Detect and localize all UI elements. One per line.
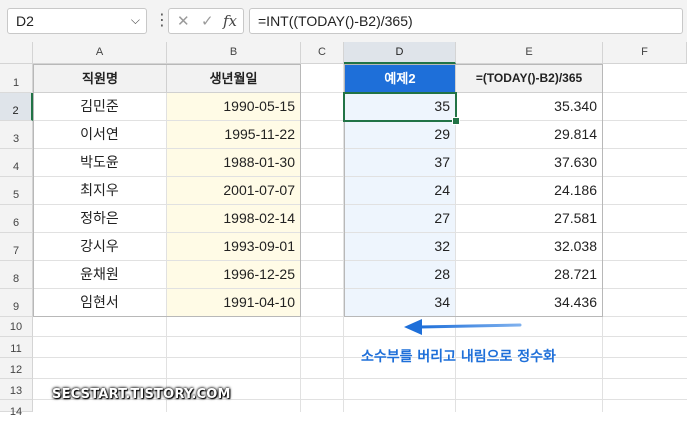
gridline	[300, 64, 301, 412]
result-decimal-cell[interactable]: 35.340	[456, 93, 602, 120]
result-decimal-cell[interactable]: 32.038	[456, 233, 602, 260]
watermark: SECSTART.TISTORY.COM	[52, 387, 231, 402]
formula-controls: ✕ ✓ fx	[168, 8, 244, 34]
result-int-cell[interactable]: 24	[344, 177, 455, 204]
annotation-text: 소수부를 버리고 내림으로 정수화	[361, 349, 556, 365]
birth-cell[interactable]: 1990-05-15	[167, 93, 300, 120]
column-header-b[interactable]: B	[167, 42, 301, 64]
check-icon[interactable]: ✓	[201, 12, 214, 30]
row-header-12[interactable]: 12	[0, 358, 33, 379]
result-decimal-cell[interactable]: 24.186	[456, 177, 602, 204]
row-header-3[interactable]: 3	[0, 121, 33, 149]
row-header-14[interactable]: 14	[0, 400, 33, 418]
birth-cell[interactable]: 1993-09-01	[167, 233, 300, 260]
birth-cell[interactable]: 1996-12-25	[167, 261, 300, 288]
fill-handle[interactable]	[452, 117, 460, 125]
name-cell[interactable]: 윤채원	[33, 261, 166, 289]
name-cell[interactable]: 김민준	[33, 93, 166, 121]
result-int-cell[interactable]: 34	[344, 289, 455, 316]
column-header-e[interactable]: E	[456, 42, 603, 64]
birth-cell[interactable]: 1991-04-10	[167, 289, 300, 316]
header-cell-name[interactable]: 직원명	[33, 64, 167, 93]
result-decimal-cell[interactable]: 28.721	[456, 261, 602, 288]
name-box-value: D2	[16, 13, 34, 29]
header-cell-formula[interactable]: =(TODAY()-B2)/365	[455, 64, 603, 93]
active-cell-selection[interactable]	[343, 92, 457, 122]
row-header-9[interactable]: 9	[0, 289, 33, 317]
gridline	[33, 357, 687, 358]
formula-bar: D2 ⌵ ⋮ ✕ ✓ fx =INT((TODAY()-B2)/365)	[0, 0, 687, 42]
row-header-6[interactable]: 6	[0, 205, 33, 233]
row-header-13[interactable]: 13	[0, 379, 33, 400]
column-header-a[interactable]: A	[33, 42, 167, 64]
result-decimal-cell[interactable]: 34.436	[456, 289, 602, 316]
left-arrow-icon	[404, 319, 522, 335]
gridline	[33, 336, 687, 337]
name-cell[interactable]: 강시우	[33, 233, 166, 261]
result-decimal-cell[interactable]: 37.630	[456, 149, 602, 176]
header-cell-birth[interactable]: 생년월일	[166, 64, 301, 93]
row-header-5[interactable]: 5	[0, 177, 33, 205]
name-box[interactable]: D2 ⌵	[7, 8, 147, 34]
name-cell[interactable]: 임현서	[33, 289, 166, 317]
name-cell[interactable]: 최지우	[33, 177, 166, 205]
row-header-2[interactable]: 2	[0, 93, 33, 121]
row-header-10[interactable]: 10	[0, 317, 33, 337]
row-header-4[interactable]: 4	[0, 149, 33, 177]
header-cell-example2[interactable]: 예제2	[344, 64, 456, 93]
result-decimal-cell[interactable]: 27.581	[456, 205, 602, 232]
birth-cell[interactable]: 1995-11-22	[167, 121, 300, 148]
result-int-cell[interactable]: 28	[344, 261, 455, 288]
column-header-d[interactable]: D	[344, 42, 456, 64]
birth-cell[interactable]: 2001-07-07	[167, 177, 300, 204]
row-header-7[interactable]: 7	[0, 233, 33, 261]
result-decimal-cell[interactable]: 29.814	[456, 121, 602, 148]
result-int-cell[interactable]: 29	[344, 121, 455, 148]
gridline	[33, 378, 687, 379]
row-header-8[interactable]: 8	[0, 261, 33, 289]
result-int-cell[interactable]: 32	[344, 233, 455, 260]
insert-function-icon[interactable]: fx	[223, 12, 237, 30]
birth-cell[interactable]: 1998-02-14	[167, 205, 300, 232]
name-cell[interactable]: 이서연	[33, 121, 166, 149]
result-int-cell[interactable]: 37	[344, 149, 455, 176]
gridline	[602, 64, 603, 412]
cancel-icon[interactable]: ✕	[177, 12, 190, 30]
name-cell[interactable]: 박도윤	[33, 149, 166, 177]
formula-input[interactable]: =INT((TODAY()-B2)/365)	[249, 8, 683, 34]
result-int-cell[interactable]: 27	[344, 205, 455, 232]
chevron-down-icon[interactable]: ⌵	[131, 13, 140, 28]
column-header-c[interactable]: C	[301, 42, 344, 64]
column-header-f[interactable]: F	[603, 42, 687, 64]
name-cell[interactable]: 정하은	[33, 205, 166, 233]
select-all-corner[interactable]	[0, 42, 33, 64]
birth-cell[interactable]: 1988-01-30	[167, 149, 300, 176]
row-header-1[interactable]: 1	[0, 64, 33, 93]
formula-text: =INT((TODAY()-B2)/365)	[258, 13, 413, 29]
row-header-11[interactable]: 11	[0, 337, 33, 358]
